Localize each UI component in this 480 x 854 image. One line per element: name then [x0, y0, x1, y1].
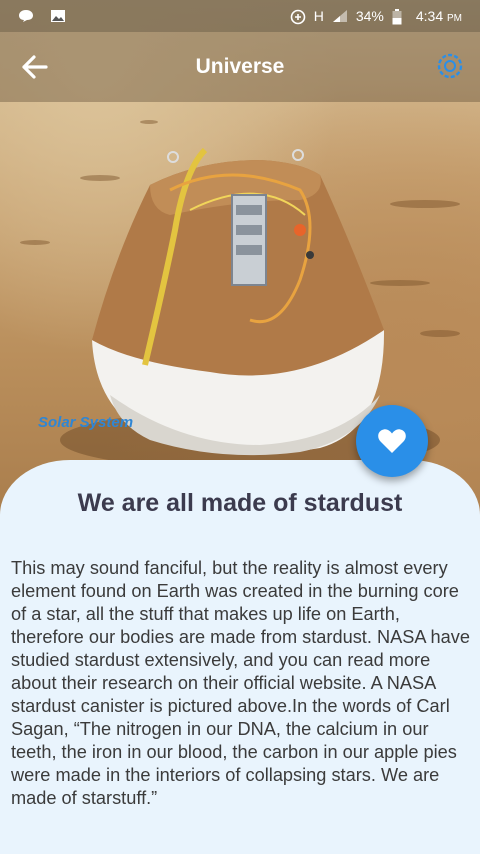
heart-icon [378, 429, 406, 453]
gear-icon [437, 53, 463, 79]
battery-icon [392, 9, 408, 25]
article-title: We are all made of stardust [77, 489, 403, 517]
data-saver-icon [290, 9, 306, 25]
settings-button[interactable] [434, 50, 466, 82]
signal-icon [332, 9, 348, 23]
network-type: H [313, 8, 324, 24]
category-label[interactable]: Solar System [38, 414, 133, 431]
message-icon [18, 9, 34, 23]
app-bar: Universe [0, 32, 480, 102]
clock: 4:34 PM [415, 8, 462, 24]
back-button[interactable] [20, 52, 52, 82]
battery-percent: 34% [355, 8, 384, 24]
arrow-left-icon [22, 55, 48, 79]
image-icon [50, 9, 66, 23]
status-bar: H 34% 4:34 PM [0, 0, 480, 32]
page-title: Universe [195, 55, 285, 78]
article-body: This may sound fanciful, but the reality… [11, 558, 470, 808]
favorite-button[interactable] [356, 405, 428, 477]
